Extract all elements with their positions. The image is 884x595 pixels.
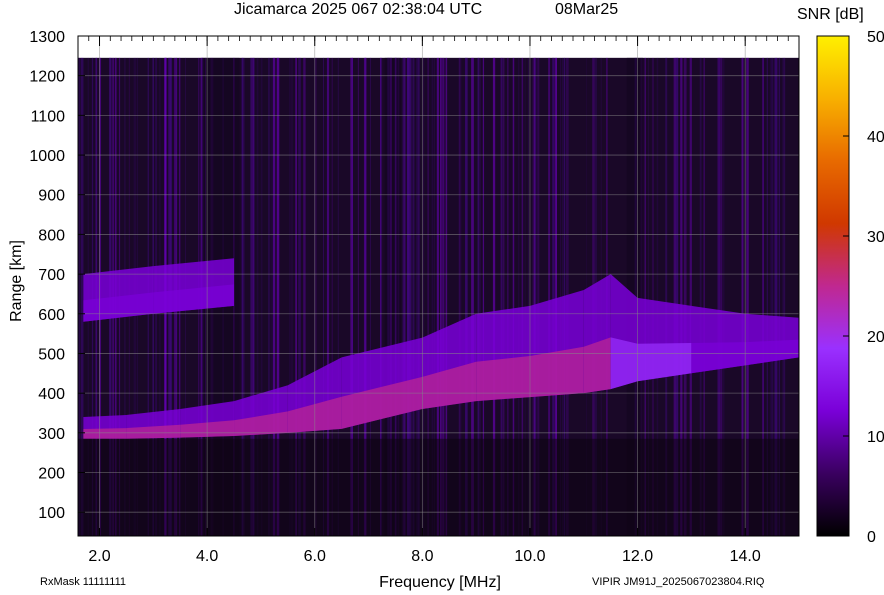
y-tick-label: 1300 bbox=[29, 29, 65, 46]
ionogram-chart: 2.0 4.0 6.0 8.0 10.0 12.0 14.01002003004005006… bbox=[29, 29, 884, 565]
y-tick-label: 400 bbox=[38, 386, 65, 403]
colorbar-tick-label: 40 bbox=[867, 129, 884, 146]
y-tick-label: 300 bbox=[38, 426, 65, 443]
y-tick-label: 500 bbox=[38, 346, 65, 363]
colorbar: 50 40 30 20 10 0 bbox=[816, 29, 884, 546]
colorbar-tick-label: 0 bbox=[867, 529, 876, 546]
x-tick-label: 14.0 bbox=[730, 548, 761, 565]
y-tick-label: 600 bbox=[38, 307, 65, 324]
y-tick-label: 1100 bbox=[31, 108, 66, 125]
echo-trace-core bbox=[476, 356, 530, 402]
colorbar-tick-label: 30 bbox=[867, 229, 884, 246]
echo-trace-core bbox=[610, 337, 638, 390]
x-tick-label: 10.0 bbox=[514, 548, 545, 565]
y-tick-label: 1000 bbox=[29, 148, 65, 165]
echo-trace-core bbox=[583, 337, 611, 394]
x-tick-label: 4.0 bbox=[196, 548, 218, 565]
colorbar-tick-label: 10 bbox=[867, 429, 884, 446]
x-tick-label: 6.0 bbox=[304, 548, 326, 565]
y-tick-label: 900 bbox=[38, 188, 65, 205]
y-tick-label: 1200 bbox=[29, 69, 65, 86]
x-tick-label: 2.0 bbox=[88, 548, 110, 565]
x-tick-label: 8.0 bbox=[411, 548, 433, 565]
y-tick-label: 700 bbox=[38, 267, 65, 284]
x-tick-label: 12.0 bbox=[622, 548, 653, 565]
colorbar-scale bbox=[816, 35, 850, 537]
y-tick-label: 100 bbox=[38, 505, 65, 522]
low-range-region bbox=[78, 438, 799, 536]
colorbar-tick-label: 50 bbox=[867, 29, 884, 46]
echo-trace-core bbox=[83, 428, 127, 439]
colorbar-tick-label: 20 bbox=[867, 329, 884, 346]
y-tick-label: 800 bbox=[38, 227, 65, 244]
y-tick-label: 200 bbox=[38, 466, 65, 483]
